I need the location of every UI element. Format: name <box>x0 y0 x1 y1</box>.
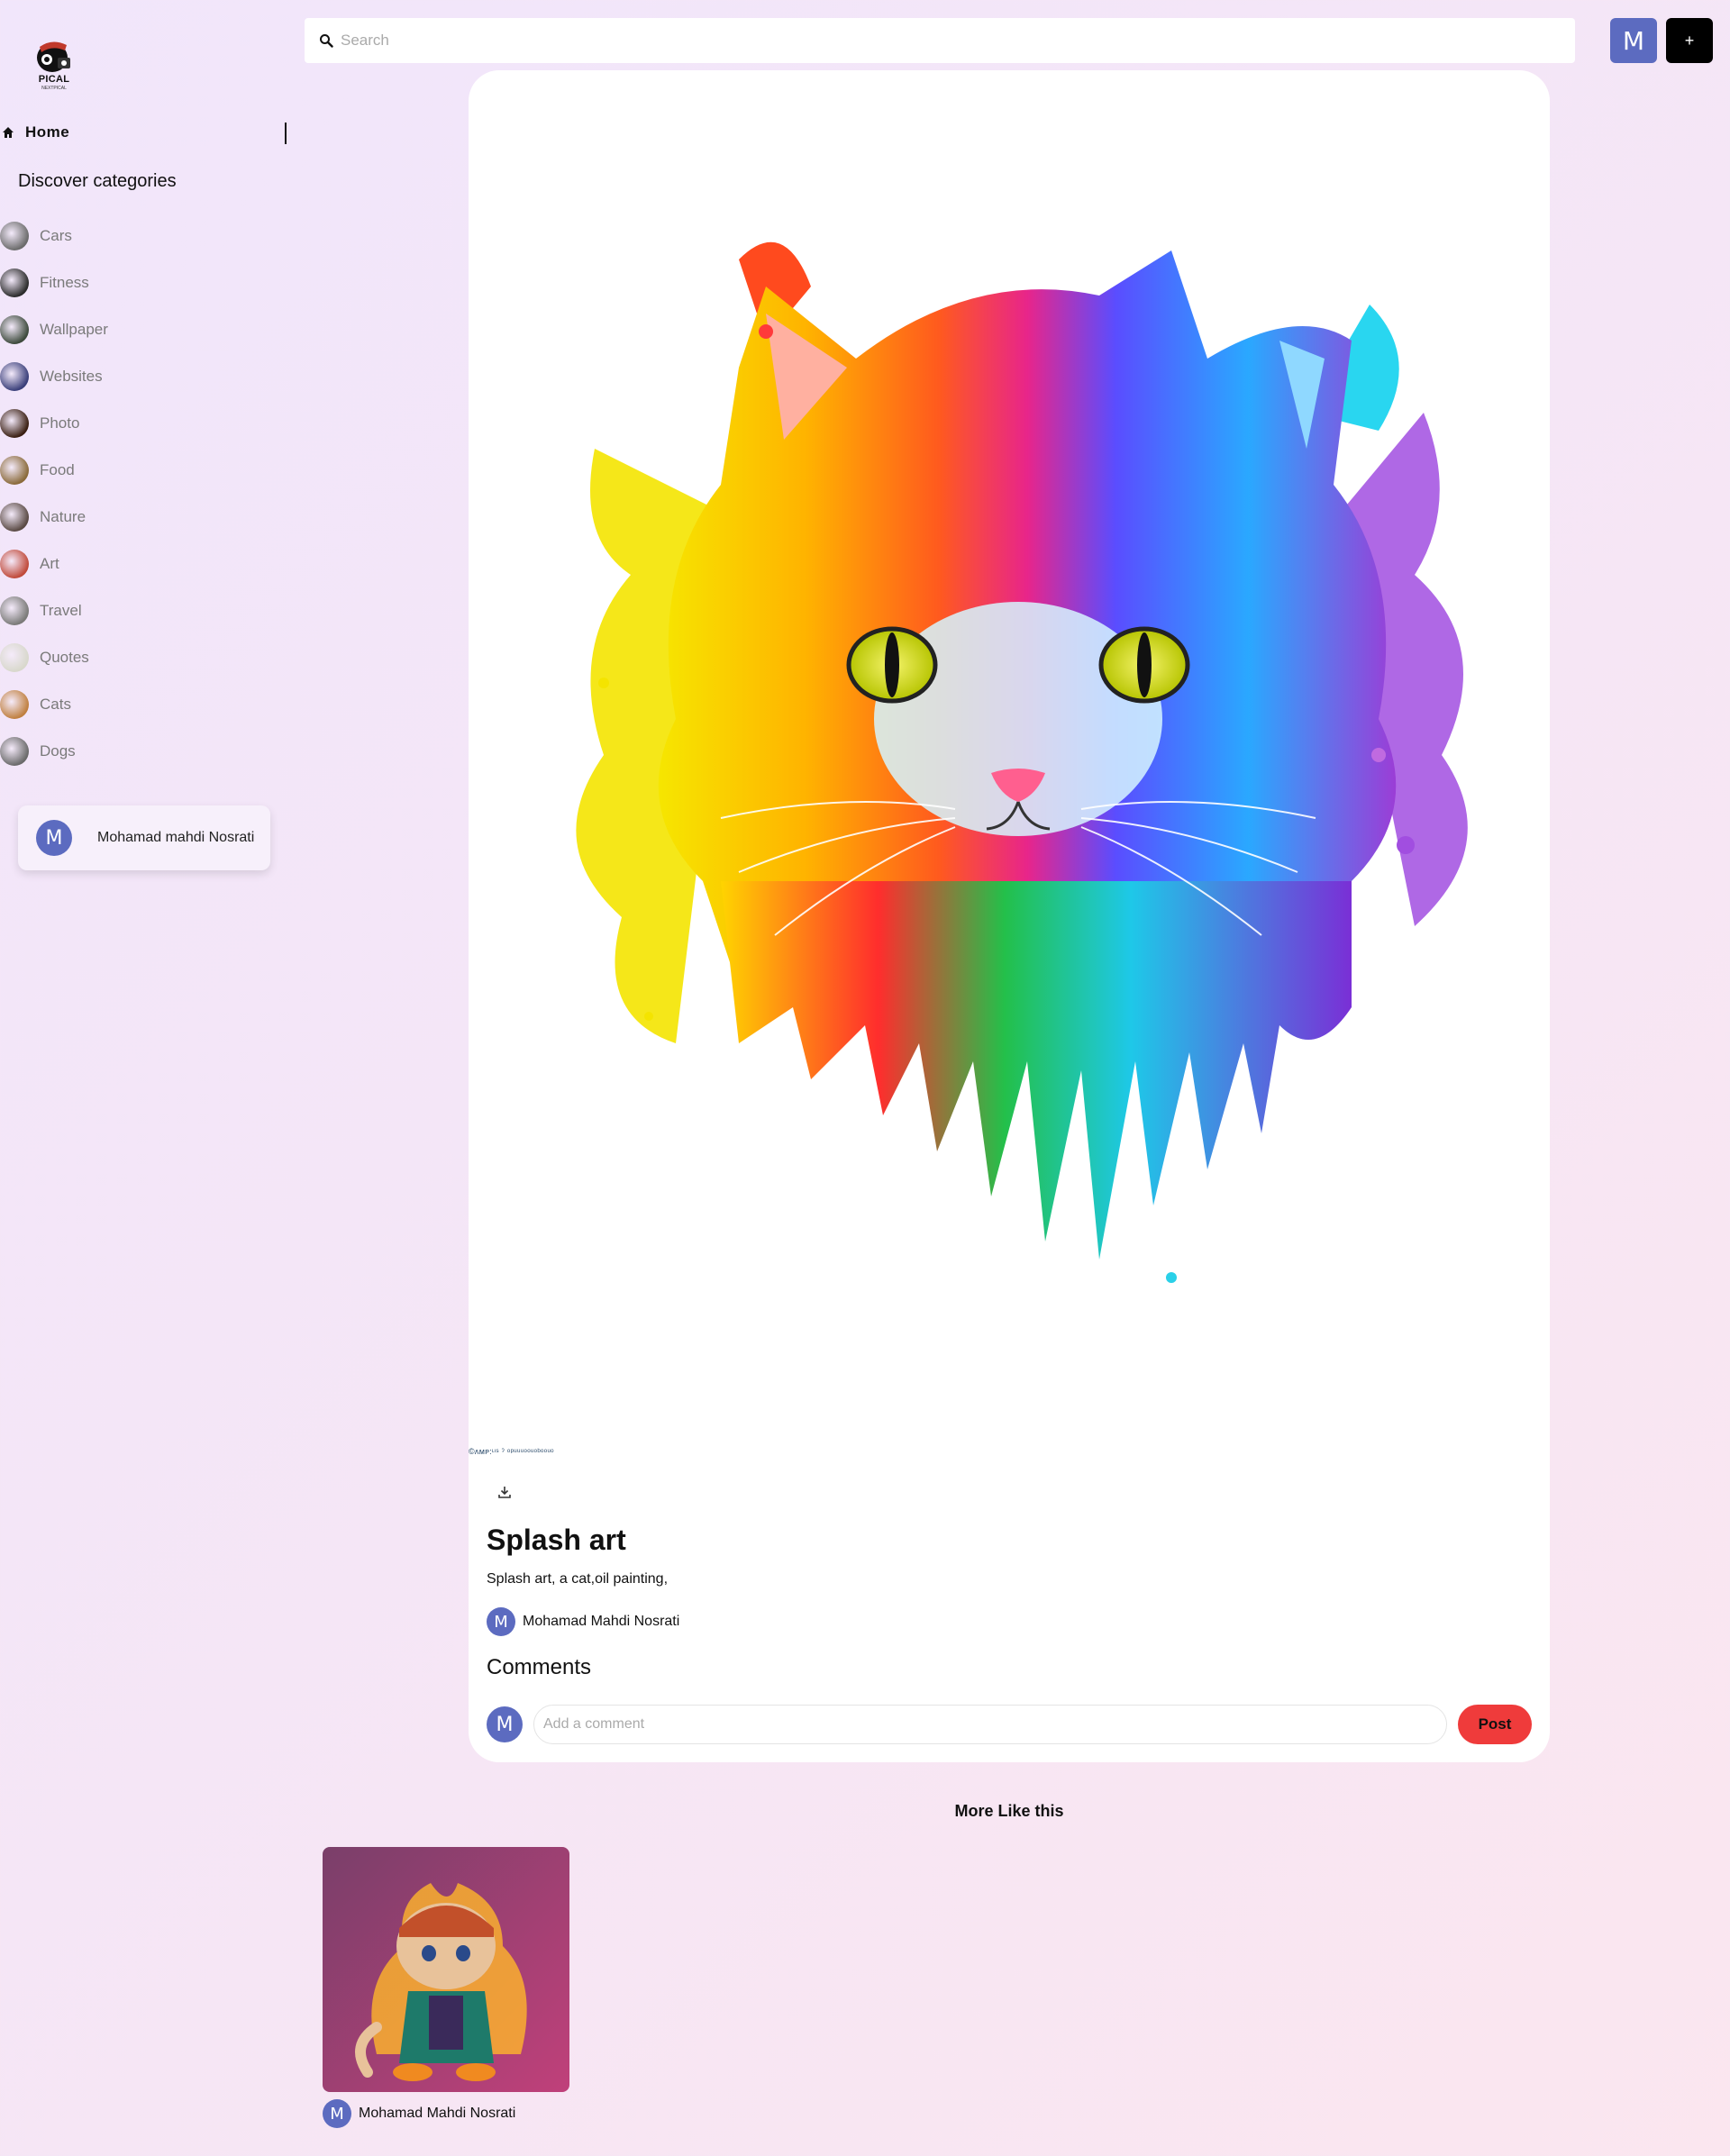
sidebar-item-websites[interactable]: Websites <box>0 353 270 400</box>
category-label: Travel <box>40 602 82 619</box>
category-label: Wallpaper <box>40 321 108 338</box>
sidebar-item-photo[interactable]: Photo <box>0 400 270 447</box>
pin-card: ©ʌᴍᴘ:ᶫᶦˢ ˀ ᵒᵖᵘᵘᵘᵒᵒᵘᵒᵇᵒᵒᵘᵒ Splash art Spl… <box>469 70 1550 1762</box>
category-thumbnail <box>0 456 29 485</box>
category-label: Fitness <box>40 274 89 291</box>
author-name: Mohamad Mahdi Nosrati <box>523 1614 680 1629</box>
search-icon <box>320 34 333 48</box>
category-thumbnail <box>0 596 29 625</box>
pin-author[interactable]: M Mohamad Mahdi Nosrati <box>487 1607 679 1636</box>
author-name: Mohamad Mahdi Nosrati <box>359 2106 516 2121</box>
sidebar-item-cats[interactable]: Cats <box>0 681 270 728</box>
category-label: Dogs <box>40 742 76 760</box>
logo-subtext: NEXTPICAL <box>41 86 67 91</box>
sidebar-item-cars[interactable]: Cars <box>0 213 270 259</box>
avatar: M <box>487 1706 523 1742</box>
comment-input[interactable] <box>533 1705 1447 1744</box>
pin-description: Splash art, a cat,oil painting, <box>487 1571 669 1587</box>
user-card-name: Mohamad mahdi Nosrati <box>97 830 255 845</box>
category-label: Cars <box>40 227 72 244</box>
category-label: Websites <box>40 368 103 385</box>
category-label: Art <box>40 555 59 572</box>
category-thumbnail <box>0 222 29 250</box>
related-pin[interactable]: M Mohamad Mahdi Nosrati <box>323 1847 569 2128</box>
logo[interactable]: PICAL NEXTPICAL <box>31 36 77 91</box>
category-label: Photo <box>40 414 80 432</box>
category-label: Quotes <box>40 649 89 666</box>
logo-icon <box>37 41 70 72</box>
sidebar-item-fitness[interactable]: Fitness <box>0 259 270 306</box>
search-bar[interactable] <box>305 18 1575 63</box>
category-thumbnail <box>0 550 29 578</box>
post-button[interactable]: Post <box>1458 1705 1532 1744</box>
logo-text: PICAL <box>38 74 70 85</box>
related-pin-author[interactable]: M Mohamad Mahdi Nosrati <box>323 2099 569 2128</box>
add-pin-button[interactable]: + <box>1666 18 1713 63</box>
image-watermark: ©ʌᴍᴘ:ᶫᶦˢ ˀ ᵒᵖᵘᵘᵘᵒᵒᵘᵒᵇᵒᵒᵘᵒ <box>469 1447 554 1456</box>
avatar: M <box>487 1607 515 1636</box>
related-pin-image[interactable] <box>323 1847 569 2092</box>
category-thumbnail <box>0 362 29 391</box>
pin-image[interactable] <box>469 70 1550 1458</box>
search-input[interactable] <box>341 32 1557 50</box>
category-thumbnail <box>0 409 29 438</box>
download-button[interactable] <box>494 1481 515 1503</box>
avatar: M <box>36 820 72 856</box>
download-icon <box>498 1487 511 1498</box>
avatar: M <box>323 2099 351 2128</box>
discover-heading: Discover categories <box>18 171 177 191</box>
sidebar-item-dogs[interactable]: Dogs <box>0 728 270 775</box>
user-card[interactable]: M Mohamad mahdi Nosrati <box>18 805 270 870</box>
category-thumbnail <box>0 315 29 344</box>
more-like-this-heading: More Like this <box>954 1802 1064 1820</box>
profile-avatar-button[interactable]: M <box>1610 18 1657 63</box>
home-label: Home <box>25 123 70 141</box>
comments-heading: Comments <box>487 1655 592 1679</box>
sidebar-item-home[interactable]: Home <box>0 123 288 144</box>
sidebar-item-nature[interactable]: Nature <box>0 494 270 541</box>
splash-cat-illustration <box>576 241 1468 1283</box>
category-label: Nature <box>40 508 86 525</box>
sidebar-item-wallpaper[interactable]: Wallpaper <box>0 306 270 353</box>
category-thumbnail <box>0 737 29 766</box>
category-label: Food <box>40 461 75 478</box>
sidebar: PICAL NEXTPICAL Home Discover categories… <box>0 0 288 2156</box>
category-thumbnail <box>0 268 29 297</box>
sidebar-item-food[interactable]: Food <box>0 447 270 494</box>
comment-form: M Post <box>487 1705 1532 1744</box>
category-thumbnail <box>0 690 29 719</box>
home-icon <box>3 127 14 138</box>
sidebar-item-travel[interactable]: Travel <box>0 587 270 634</box>
sidebar-item-quotes[interactable]: Quotes <box>0 634 270 681</box>
pin-title: Splash art <box>487 1524 626 1556</box>
category-thumbnail <box>0 643 29 672</box>
category-list: Cars Fitness Wallpaper Websites Photo Food Nat… <box>0 213 270 775</box>
category-thumbnail <box>0 503 29 532</box>
cat-illustration <box>323 1847 569 2092</box>
category-label: Cats <box>40 696 71 713</box>
home-active-indicator <box>285 123 287 144</box>
sidebar-item-art[interactable]: Art <box>0 541 270 587</box>
